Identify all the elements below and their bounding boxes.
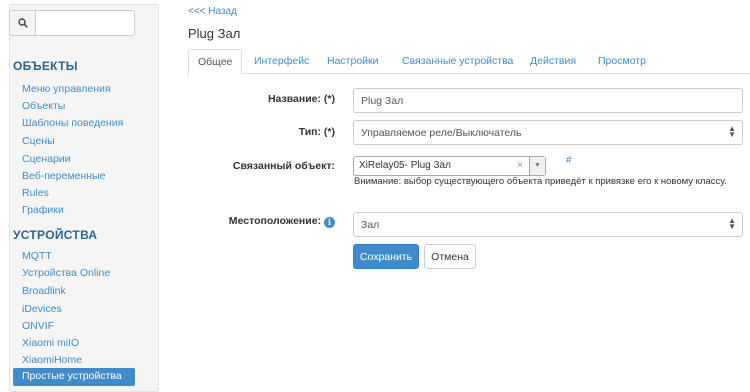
name-label: Название: (*) <box>267 93 335 105</box>
tab-actions[interactable]: Действия <box>530 49 576 74</box>
type-label: Тип: (*) <box>298 126 335 138</box>
linked-object-value: XiRelay05- Plug Зал <box>359 160 451 171</box>
back-link[interactable]: <<< Назад <box>188 6 237 17</box>
search-button[interactable] <box>9 10 36 36</box>
sidebar-item-broadlink[interactable]: Broadlink <box>22 285 66 297</box>
search-box <box>9 10 135 36</box>
sidebar-item-onvif[interactable]: ONVIF <box>22 320 54 332</box>
type-select[interactable]: Управляемое реле/Выключатель ▲ ▼ <box>353 120 743 145</box>
tab-linked-devices[interactable]: Связанные устройства <box>402 49 513 74</box>
sidebar-item-scenarios[interactable]: Сценарии <box>22 153 71 165</box>
sidebar-item-scenes[interactable]: Сцены <box>22 135 55 147</box>
linked-object-label: Связанный объект: <box>232 160 335 172</box>
sidebar-item-xiaomihome[interactable]: XiaomiHome <box>22 354 82 366</box>
tab-bar: Общее Интерфейс Настройки Связанные устр… <box>188 49 750 75</box>
linked-object-hash-link[interactable]: # <box>566 155 572 166</box>
location-label-group: Местоположение: i <box>229 215 335 228</box>
chevron-down-icon[interactable]: ▼ <box>529 157 545 175</box>
sidebar-item-rules[interactable]: Rules <box>22 187 49 199</box>
sidebar-section-devices: УСТРОЙСТВА <box>13 228 98 242</box>
sidebar-item-simple-devices[interactable]: Простые устройства <box>13 368 135 386</box>
select-caret-icon: ▲ ▼ <box>728 216 736 231</box>
sidebar-item-objects[interactable]: Объекты <box>22 100 65 112</box>
tab-interface[interactable]: Интерфейс <box>254 49 309 74</box>
location-label: Местоположение: <box>228 215 322 227</box>
sidebar-item-control-menu[interactable]: Меню управления <box>22 83 111 95</box>
sidebar-item-devices-online[interactable]: Устройства Online <box>22 267 110 279</box>
type-select-value: Управляемое реле/Выключатель <box>361 127 522 139</box>
sidebar-item-web-variables[interactable]: Веб-переменные <box>22 170 105 182</box>
linked-object-select[interactable]: XiRelay05- Plug Зал × ▼ <box>353 156 546 176</box>
sidebar-item-idevices[interactable]: iDevices <box>22 303 62 315</box>
sidebar-item-mqtt[interactable]: MQTT <box>22 250 52 262</box>
sidebar-item-xiaomi-miio[interactable]: Xiaomi miIO <box>22 337 79 349</box>
info-icon[interactable]: i <box>324 217 335 228</box>
location-select[interactable]: Зал ▲ ▼ <box>353 212 743 237</box>
clear-icon[interactable]: × <box>517 160 523 171</box>
location-select-value: Зал <box>361 219 380 231</box>
select-caret-icon: ▲ ▼ <box>728 124 736 139</box>
sidebar-section-objects: ОБЪЕКТЫ <box>13 59 78 73</box>
cancel-button[interactable]: Отмена <box>424 244 476 269</box>
page-title: Plug Зал <box>188 26 241 41</box>
tab-settings[interactable]: Настройки <box>327 49 379 74</box>
search-icon <box>17 18 28 28</box>
sidebar-item-charts[interactable]: Графики <box>22 204 64 216</box>
save-button[interactable]: Сохранить <box>353 244 419 269</box>
tab-general[interactable]: Общее <box>188 49 243 75</box>
sidebar-item-behavior-templates[interactable]: Шаблоны поведения <box>22 117 123 129</box>
search-input[interactable] <box>36 10 135 36</box>
tab-view[interactable]: Просмотр <box>598 49 646 74</box>
name-field[interactable]: Plug Зал <box>353 88 743 113</box>
linked-object-warning: Внимание: выбор существующего объекта пр… <box>354 176 727 187</box>
